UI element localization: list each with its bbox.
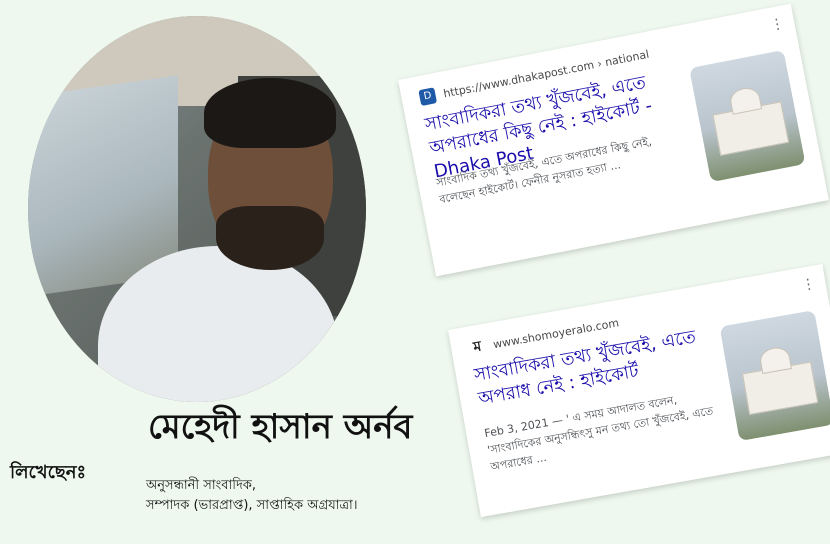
more-options-icon[interactable]: ⋮ (769, 15, 786, 33)
high-court-thumbnail[interactable] (719, 310, 830, 442)
hair (204, 78, 336, 148)
shomoyeralo-favicon-icon: ম (468, 337, 487, 357)
author-editor-role: সম্পাদক (ভারপ্রাপ্ত), সাপ্তাহিক অগ্রযাত্… (146, 498, 358, 513)
search-result-card-1[interactable]: D https://www.dhakapost.com › national ⋮… (398, 3, 829, 277)
author-description: অনুসন্ধানী সাংবাদিক, সম্পাদক (ভারপ্রাপ্ত… (146, 476, 446, 516)
author-photo (28, 16, 366, 402)
high-court-thumbnail[interactable] (689, 49, 806, 183)
more-options-icon[interactable]: ⋮ (800, 276, 817, 294)
written-by-label: লিখেছেনঃ (10, 462, 87, 483)
beard (216, 206, 324, 270)
author-name: মেহেদী হাসান অর্নব (148, 407, 413, 447)
search-result-card-2[interactable]: ম www.shomoyeralo.com ⋮ সাংবাদিকরা তথ্য … (448, 264, 830, 518)
dome-shape (758, 345, 792, 375)
dhakapost-favicon-icon: D (418, 87, 438, 107)
author-role: অনুসন্ধানী সাংবাদিক, (146, 478, 257, 493)
